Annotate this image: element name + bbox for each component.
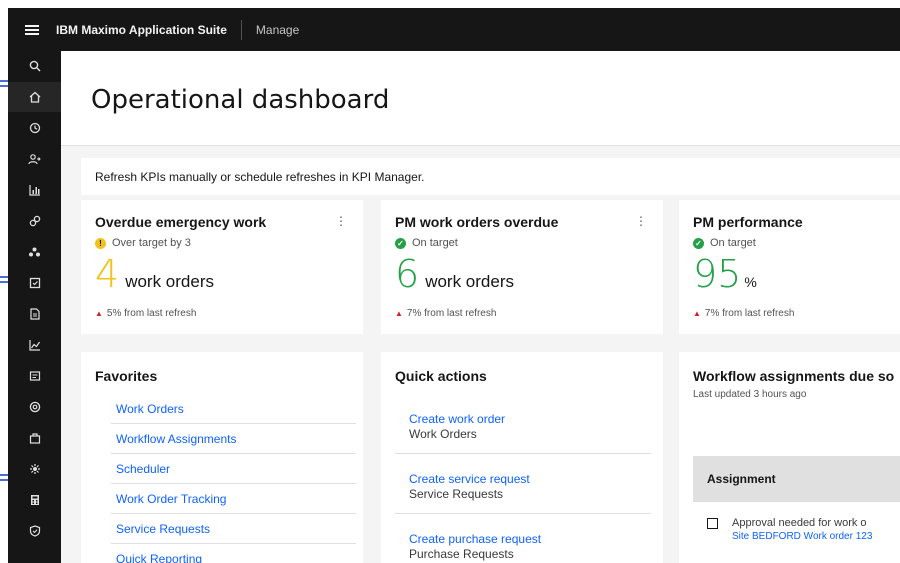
calculator-icon[interactable]	[8, 485, 61, 515]
people-icon[interactable]	[8, 144, 61, 174]
side-nav	[8, 51, 61, 563]
favorite-link[interactable]: Work Order Tracking	[111, 484, 356, 514]
assignment-text: Approval needed for work o	[732, 517, 867, 529]
trend-up-icon: ▲	[95, 309, 103, 318]
hamburger-menu-icon[interactable]	[8, 8, 56, 51]
checkmark-icon: ✓	[395, 237, 406, 249]
kpi-change: ▲ 7% from last refresh	[693, 308, 794, 319]
inventory-icon[interactable]	[8, 423, 61, 453]
workflow-title: Workflow assignments due so	[693, 368, 895, 384]
link-icon[interactable]	[8, 206, 61, 236]
row-checkbox[interactable]	[707, 518, 718, 529]
quick-action-app: Purchase Requests	[409, 547, 514, 561]
kpi-status: ✓ On target	[693, 237, 756, 249]
kpi-refresh-banner: Refresh KPIs manually or schedule refres…	[81, 158, 900, 195]
kpi-change-text: 7% from last refresh	[406, 308, 497, 319]
page-header: Operational dashboard	[61, 51, 900, 146]
task-icon[interactable]	[8, 268, 61, 298]
kpi-card-overdue-emergency[interactable]: Overdue emergency work ⋮ ! Over target b…	[81, 200, 363, 334]
kpi-status: ! Over target by 3	[95, 237, 191, 249]
kpi-change-text: 7% from last refresh	[704, 308, 795, 319]
assignment-link[interactable]: Site BEDFORD Work order 123	[732, 531, 872, 542]
graph-icon[interactable]	[8, 330, 61, 360]
brand-name[interactable]: IBM Maximo Application Suite	[56, 19, 242, 40]
checkmark-icon: ✓	[693, 237, 704, 249]
quick-action-item[interactable]: Create purchase request Purchase Request…	[395, 514, 651, 563]
shield-icon[interactable]	[8, 516, 61, 546]
kpi-number: 4	[95, 252, 120, 296]
overflow-menu-icon[interactable]: ⋮	[335, 214, 347, 228]
kpi-change: ▲ 7% from last refresh	[395, 308, 496, 319]
overflow-menu-icon[interactable]: ⋮	[635, 214, 647, 228]
quick-action-link[interactable]: Create service request	[409, 472, 651, 487]
kpi-card-pm-performance[interactable]: PM performance ✓ On target 95 % ▲ 7% fro…	[679, 200, 900, 334]
app-frame: IBM Maximo Application Suite Manage Oper…	[0, 0, 900, 563]
trend-up-icon: ▲	[395, 309, 403, 318]
quick-actions-title: Quick actions	[395, 368, 487, 384]
quick-action-link[interactable]: Create purchase request	[409, 532, 651, 547]
favorite-link[interactable]: Service Requests	[111, 514, 356, 544]
quick-action-item[interactable]: Create work order Work Orders	[395, 394, 651, 454]
favorites-panel: Favorites Work Orders Workflow Assignmen…	[81, 352, 363, 563]
favorite-link[interactable]: Quick Reporting	[111, 544, 356, 563]
quick-actions-panel: Quick actions Create work order Work Ord…	[381, 352, 663, 563]
kpi-unit: work orders	[125, 272, 214, 291]
search-icon[interactable]	[8, 51, 61, 81]
kpi-title: Overdue emergency work	[95, 214, 267, 230]
assignment-column-header[interactable]: Assignment	[693, 456, 900, 502]
quick-action-app: Service Requests	[409, 487, 504, 501]
kpi-title: PM work orders overdue	[395, 214, 559, 230]
workflow-assignments-panel: Workflow assignments due so Last updated…	[679, 352, 900, 563]
warning-icon: !	[95, 237, 106, 249]
group-icon[interactable]	[8, 237, 61, 267]
support-icon[interactable]	[8, 392, 61, 422]
top-bar: IBM Maximo Application Suite Manage	[8, 8, 900, 51]
history-icon[interactable]	[8, 113, 61, 143]
kpi-change: ▲ 5% from last refresh	[95, 308, 196, 319]
kpi-number: 95	[693, 252, 742, 296]
kpi-status: ✓ On target	[395, 237, 458, 249]
kpi-unit: %	[744, 274, 757, 290]
page-title: Operational dashboard	[91, 85, 390, 115]
quick-actions-list: Create work order Work Orders Create ser…	[395, 394, 651, 563]
document-icon[interactable]	[8, 299, 61, 329]
favorite-link[interactable]: Scheduler	[111, 454, 356, 484]
chart-icon[interactable]	[8, 175, 61, 205]
quick-action-app: Work Orders	[409, 427, 477, 441]
quick-action-link[interactable]: Create work order	[409, 412, 651, 427]
kpi-number: 6	[395, 252, 420, 296]
quick-action-item[interactable]: Create service request Service Requests	[395, 454, 651, 514]
workflow-updated: Last updated 3 hours ago	[693, 389, 807, 400]
favorite-link[interactable]: Work Orders	[111, 394, 356, 424]
favorites-list: Work Orders Workflow Assignments Schedul…	[111, 394, 356, 563]
kpi-value: 4 work orders	[95, 252, 214, 296]
table-row[interactable]: Approval needed for work o Site BEDFORD …	[693, 502, 900, 552]
kpi-value: 6 work orders	[395, 252, 514, 296]
home-icon[interactable]	[8, 82, 61, 112]
kpi-card-pm-overdue[interactable]: PM work orders overdue ⋮ ✓ On target 6 w…	[381, 200, 663, 334]
favorites-title: Favorites	[95, 368, 158, 384]
favorite-link[interactable]: Workflow Assignments	[111, 424, 356, 454]
kpi-status-text: On target	[710, 237, 756, 249]
kpi-status-text: On target	[412, 237, 458, 249]
settings-icon[interactable]	[8, 454, 61, 484]
kpi-status-text: Over target by 3	[112, 237, 191, 249]
trend-up-icon: ▲	[693, 309, 701, 318]
kpi-value: 95 %	[693, 252, 757, 296]
report-icon[interactable]	[8, 361, 61, 391]
main-content: Operational dashboard Refresh KPIs manua…	[61, 51, 900, 563]
app-name[interactable]: Manage	[242, 23, 299, 37]
kpi-title: PM performance	[693, 214, 803, 230]
kpi-change-text: 5% from last refresh	[106, 308, 197, 319]
kpi-unit: work orders	[425, 272, 514, 291]
